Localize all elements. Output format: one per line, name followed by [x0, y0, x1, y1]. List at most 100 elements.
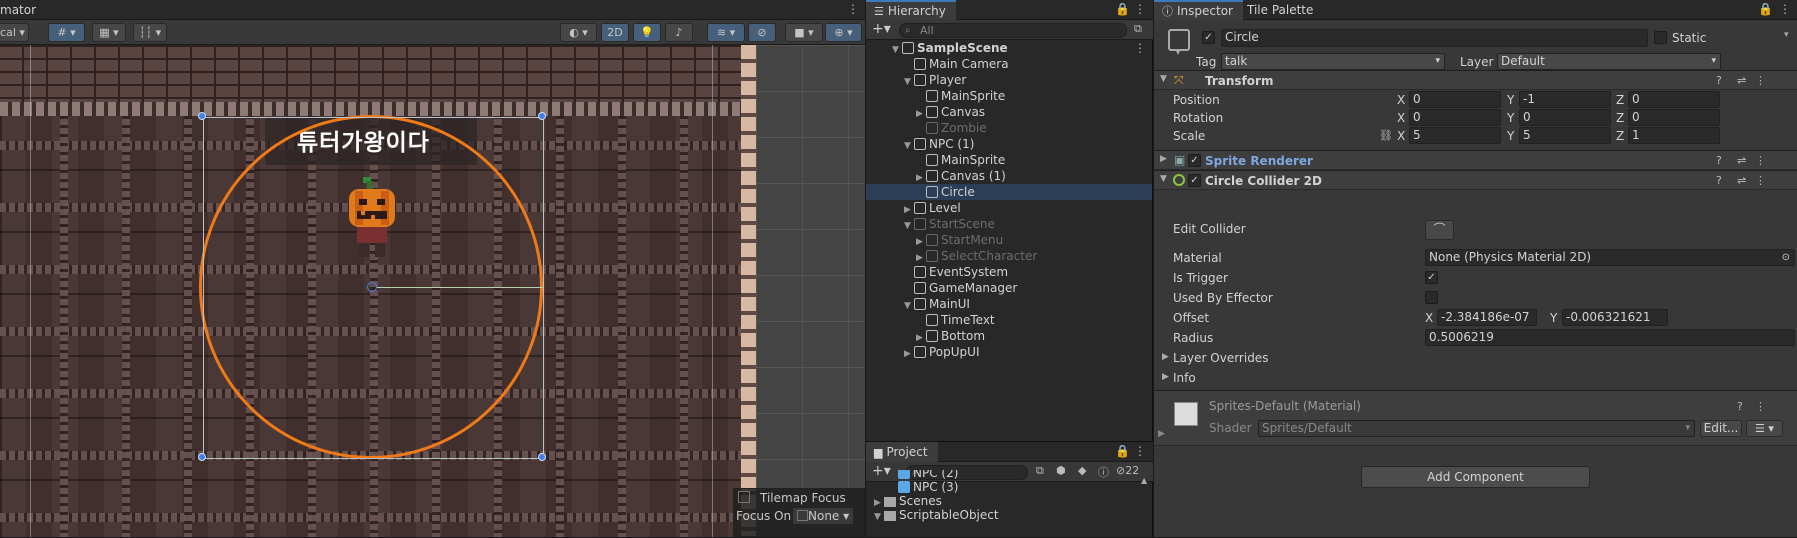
lighting-toggle-icon[interactable]: 💡 — [633, 23, 661, 42]
sprite-renderer-header[interactable]: ▶ ▣ ✓ Sprite Renderer ? ⇌ ⋮ — [1154, 150, 1797, 170]
help-icon[interactable]: ? — [1716, 174, 1722, 187]
component-menu-icon[interactable]: ⋮ — [1755, 174, 1766, 187]
hierarchy-item[interactable]: MainSprite — [866, 88, 1152, 104]
circle-collider-header[interactable]: ▼ ✓ Circle Collider 2D ? ⇌ ⋮ — [1154, 170, 1797, 190]
help-icon[interactable]: ? — [1716, 154, 1722, 167]
scroll-up-icon[interactable]: ▲ — [1141, 476, 1147, 485]
scene-viewport[interactable]: 튜터가왕이다 Tilemap Focus Focus On None ▾ — [0, 45, 865, 537]
active-checkbox[interactable]: ✓ — [1202, 31, 1215, 44]
lock-icon[interactable]: 🔒 — [1115, 444, 1130, 458]
hierarchy-item[interactable]: Main Camera — [866, 56, 1152, 72]
tag-dropdown[interactable]: talk ▾ — [1221, 53, 1445, 70]
pivot-mode-dropdown[interactable]: cal ▾ — [0, 23, 29, 42]
help-icon[interactable]: ? — [1716, 74, 1722, 87]
pivot-icon[interactable] — [367, 282, 377, 292]
collapse-arrow-icon[interactable]: ▶ — [904, 346, 914, 362]
hierarchy-item[interactable]: ▼ MainUI — [866, 296, 1152, 312]
scene-filter-icon[interactable]: ⧉ — [1134, 22, 1142, 36]
sprite-renderer-enabled-checkbox[interactable]: ✓ — [1188, 154, 1201, 167]
lock-icon[interactable]: 🔒 — [1115, 2, 1130, 16]
more-icon[interactable]: ⋮ — [1779, 2, 1791, 16]
project-item[interactable]: NPC (3) — [866, 480, 1152, 494]
layer-overrides-foldout[interactable]: Layer Overrides — [1173, 351, 1268, 365]
object-name-input[interactable]: Circle — [1221, 29, 1648, 47]
hierarchy-item[interactable]: ▼ SampleScene ⋮ — [866, 40, 1152, 56]
expand-icon[interactable]: ▶ — [1160, 154, 1167, 164]
inspector-tab[interactable]: ⓘ Inspector — [1154, 0, 1243, 20]
more-icon[interactable]: ⋮ — [847, 2, 859, 16]
hierarchy-item[interactable]: ▼ StartScene — [866, 216, 1152, 232]
help-icon[interactable]: ? — [1737, 400, 1743, 413]
layer-dropdown[interactable]: Default ▾ — [1497, 53, 1721, 70]
presets-icon[interactable]: ⇌ — [1737, 74, 1746, 87]
focus-on-dropdown[interactable]: None ▾ — [792, 507, 854, 525]
camera-settings-icon[interactable]: ■ ▾ — [785, 23, 823, 42]
material-field[interactable]: None (Physics Material 2D) ⊙ — [1425, 249, 1795, 266]
project-tab[interactable]: ▆ Project — [866, 442, 938, 462]
rotation-y-input[interactable]: 0 — [1519, 109, 1611, 126]
scene-menu-icon[interactable]: ⋮ — [1134, 40, 1146, 56]
edit-shader-button[interactable]: Edit... — [1700, 420, 1742, 437]
hierarchy-item[interactable]: ▶ Level — [866, 200, 1152, 216]
hierarchy-item[interactable]: ▶ SelectCharacter — [866, 248, 1152, 264]
component-menu-icon[interactable]: ⋮ — [1755, 400, 1766, 413]
scale-z-input[interactable]: 1 — [1628, 127, 1720, 144]
project-item[interactable]: NPC (2) — [866, 470, 1152, 480]
collapse-icon[interactable]: ▼ — [1160, 74, 1167, 84]
hierarchy-item[interactable]: TimeText — [866, 312, 1152, 328]
scale-x-input[interactable]: 5 — [1409, 127, 1501, 144]
add-component-button[interactable]: Add Component — [1361, 466, 1590, 488]
project-item[interactable]: ▼ ScriptableObject — [866, 508, 1152, 522]
grid-snap-icon[interactable]: # ▾ — [48, 23, 85, 42]
shading-mode-icon[interactable]: ◐ ▾ — [560, 23, 597, 42]
hierarchy-item[interactable]: Zombie — [866, 120, 1152, 136]
used-by-effector-checkbox[interactable] — [1425, 291, 1438, 304]
hierarchy-item[interactable]: ▶ PopUpUI — [866, 344, 1152, 360]
offset-x-input[interactable]: -2.384186e-07 — [1437, 309, 1537, 326]
hidden-objects-icon[interactable]: ⊘ — [748, 23, 776, 42]
rotation-x-input[interactable]: 0 — [1409, 109, 1501, 126]
hierarchy-item[interactable]: ▶ StartMenu — [866, 232, 1152, 248]
audio-toggle-icon[interactable]: ♪ — [665, 23, 693, 42]
hierarchy-item[interactable]: Circle — [866, 184, 1152, 200]
rect-handle-bl[interactable] — [198, 453, 206, 461]
hierarchy-item[interactable]: ▼ NPC (1) — [866, 136, 1152, 152]
hierarchy-item[interactable]: ▶ Canvas (1) — [866, 168, 1152, 184]
hierarchy-item[interactable]: GameManager — [866, 280, 1152, 296]
expand-icon[interactable]: ▶ — [1162, 352, 1169, 362]
more-icon[interactable]: ⋮ — [1134, 2, 1146, 16]
icon-dropdown-icon[interactable]: ▾ — [1176, 48, 1180, 57]
radius-input[interactable]: 0.5006219 — [1425, 329, 1795, 346]
transform-header[interactable]: ▼ ⤧ Transform ? ⇌ ⋮ — [1154, 70, 1797, 90]
position-y-input[interactable]: -1 — [1519, 91, 1611, 108]
presets-icon[interactable]: ⇌ — [1737, 174, 1746, 187]
2d-toggle-button[interactable]: 2D — [601, 23, 629, 42]
hierarchy-item[interactable]: ▼ Player — [866, 72, 1152, 88]
expand-icon[interactable]: ▶ — [1162, 372, 1169, 382]
tab-tile-palette[interactable]: Tile Palette — [1247, 3, 1313, 17]
info-foldout[interactable]: Info — [1173, 371, 1196, 385]
rotation-z-input[interactable]: 0 — [1628, 109, 1720, 126]
add-object-button[interactable]: +▾ — [872, 21, 891, 37]
static-dropdown-icon[interactable]: ▾ — [1784, 30, 1789, 40]
hierarchy-item[interactable]: ▶ Bottom — [866, 328, 1152, 344]
collapse-icon[interactable]: ▼ — [1160, 174, 1167, 184]
component-menu-icon[interactable]: ⋮ — [1755, 74, 1766, 87]
folder-arrow-icon[interactable]: ▼ — [874, 510, 884, 524]
effects-toggle-icon[interactable]: ≋ ▾ — [707, 23, 745, 42]
shader-dropdown[interactable]: Sprites/Default ▾ — [1258, 420, 1695, 437]
rect-handle-br[interactable] — [538, 453, 546, 461]
edit-collider-button[interactable]: ⌒ — [1425, 220, 1454, 240]
hierarchy-item[interactable]: EventSystem — [866, 264, 1152, 280]
project-item[interactable]: ▶ Scenes — [866, 494, 1152, 508]
hierarchy-tab[interactable]: ☰ Hierarchy — [866, 0, 956, 20]
circle-collider-enabled-checkbox[interactable]: ✓ — [1188, 174, 1201, 187]
animator-tab[interactable]: mator — [0, 3, 36, 17]
presets-icon[interactable]: ⇌ — [1737, 154, 1746, 167]
position-z-input[interactable]: 0 — [1628, 91, 1720, 108]
grid-visibility-icon[interactable]: ▦ ▾ — [92, 23, 126, 42]
offset-y-input[interactable]: -0.006321621 — [1562, 309, 1668, 326]
is-trigger-checkbox[interactable]: ✓ — [1425, 271, 1438, 284]
constrain-proportions-icon[interactable]: ⛓ — [1379, 129, 1393, 142]
more-icon[interactable]: ⋮ — [1134, 444, 1146, 458]
